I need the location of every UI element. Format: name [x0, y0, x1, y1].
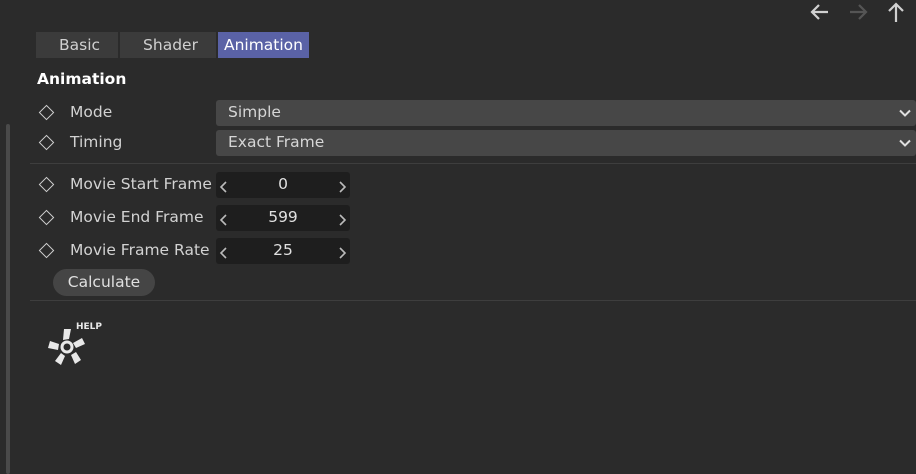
mode-label: Mode [70, 103, 113, 121]
tab-animation[interactable]: Animation [217, 32, 309, 58]
nav-arrows [808, 0, 908, 24]
mode-value: Simple [228, 103, 281, 121]
mode-row: Mode Simple [0, 100, 916, 126]
chevron-right-icon[interactable] [337, 179, 347, 193]
timing-value: Exact Frame [228, 133, 325, 151]
section-title: Animation [37, 70, 127, 88]
divider [30, 163, 916, 164]
tab-bar: Basic Shader Animation [36, 32, 311, 58]
divider [30, 300, 916, 301]
calculate-button[interactable]: Calculate [53, 269, 155, 296]
end-frame-stepper[interactable]: 599 [216, 205, 350, 231]
keyframe-diamond-icon[interactable] [38, 104, 55, 121]
up-arrow-icon[interactable] [884, 0, 908, 24]
timing-row: Timing Exact Frame [0, 130, 916, 156]
chevron-down-icon [898, 106, 912, 120]
forward-arrow-icon[interactable] [846, 0, 870, 24]
back-arrow-icon[interactable] [808, 0, 832, 24]
tab-basic[interactable]: Basic [36, 32, 119, 58]
end-frame-label: Movie End Frame [70, 208, 204, 226]
end-frame-value[interactable]: 599 [216, 208, 350, 226]
keyframe-diamond-icon[interactable] [38, 134, 55, 151]
mode-dropdown[interactable]: Simple [216, 100, 916, 126]
help-logo-icon[interactable]: HELP [44, 320, 108, 374]
chevron-right-icon[interactable] [337, 245, 347, 259]
timing-label: Timing [70, 133, 123, 151]
start-frame-value[interactable]: 0 [216, 175, 350, 193]
frame-rate-label: Movie Frame Rate [70, 241, 210, 259]
tab-shader[interactable]: Shader [120, 32, 216, 58]
help-text: HELP [76, 322, 102, 332]
keyframe-diamond-icon[interactable] [38, 242, 55, 259]
frame-rate-value[interactable]: 25 [216, 241, 350, 259]
chevron-right-icon[interactable] [337, 212, 347, 226]
timing-dropdown[interactable]: Exact Frame [216, 130, 916, 156]
start-frame-stepper[interactable]: 0 [216, 172, 350, 198]
start-frame-label: Movie Start Frame [70, 175, 212, 193]
keyframe-diamond-icon[interactable] [38, 209, 55, 226]
end-frame-row: Movie End Frame 599 [0, 205, 916, 231]
frame-rate-row: Movie Frame Rate 25 [0, 238, 916, 264]
keyframe-diamond-icon[interactable] [38, 176, 55, 193]
chevron-down-icon [898, 136, 912, 150]
frame-rate-stepper[interactable]: 25 [216, 238, 350, 264]
start-frame-row: Movie Start Frame 0 [0, 172, 916, 198]
